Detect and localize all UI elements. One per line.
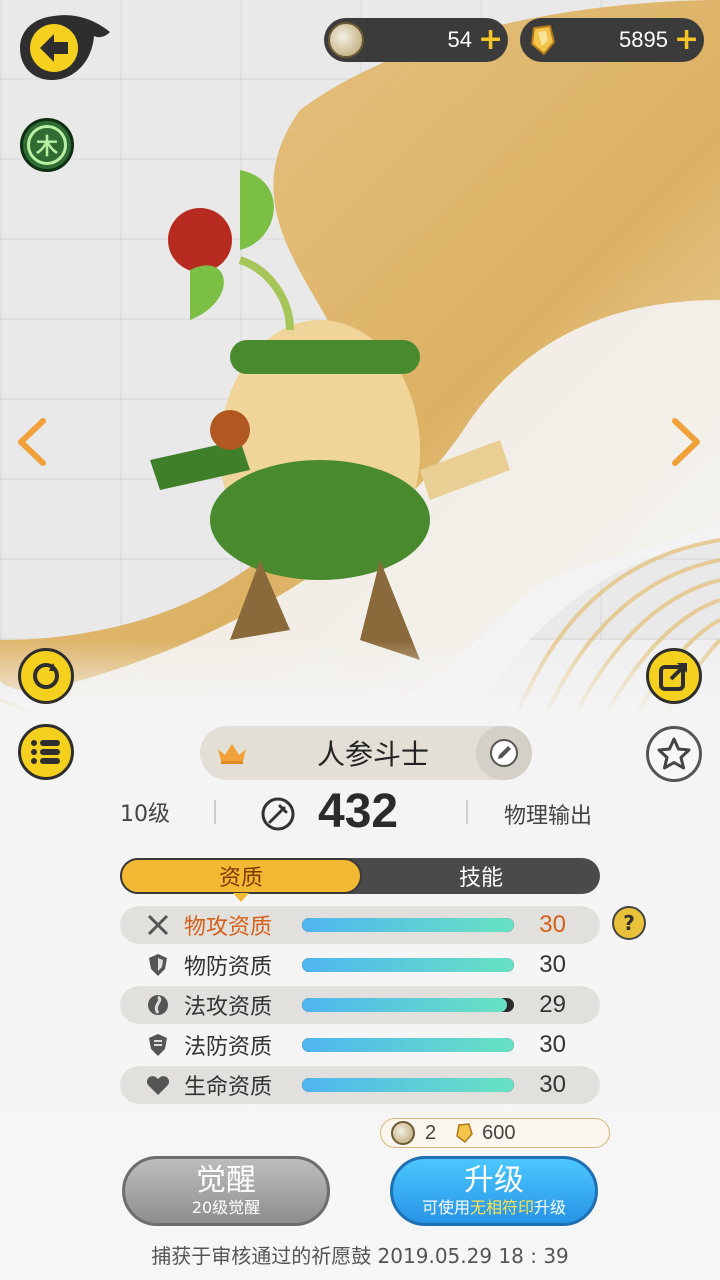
attribute-bar-fill <box>302 1078 514 1092</box>
upgrade-hint: 可使用无相符印升级 <box>421 1198 567 1217</box>
swords-icon <box>146 913 170 937</box>
pet-level: 10级 <box>120 802 170 827</box>
back-button[interactable] <box>18 12 114 84</box>
gem-cost: 600 <box>482 1121 516 1144</box>
chevron-right-icon <box>672 418 700 466</box>
attribute-label: 法防资质 <box>184 1035 273 1060</box>
upgrade-button[interactable]: 升级 可使用无相符印升级 <box>390 1156 598 1226</box>
awaken-label: 觉醒 <box>196 1163 256 1198</box>
attribute-bar <box>302 958 514 972</box>
details-list-button[interactable] <box>18 724 74 780</box>
gem-value: 5895 <box>619 27 668 52</box>
element-badge[interactable]: 木 <box>20 118 74 172</box>
upgrade-hint-item: 无相符印 <box>469 1198 534 1217</box>
coin-cost: 2 <box>425 1121 437 1144</box>
coin-value: 54 <box>447 27 472 52</box>
gem-icon <box>456 1123 473 1144</box>
divider <box>466 800 468 824</box>
rotate-view-button[interactable] <box>18 648 74 704</box>
next-pet-button[interactable] <box>666 412 706 472</box>
attribute-bar <box>302 1038 514 1052</box>
add-coins-button[interactable]: + <box>478 25 503 55</box>
tab-aptitude[interactable]: 资质 <box>120 858 362 902</box>
magic-shield-icon <box>146 1033 170 1057</box>
heart-icon <box>146 1073 170 1097</box>
gem-counter: 5895 + <box>520 18 704 62</box>
attribute-label: 生命资质 <box>184 1075 273 1100</box>
attribute-label: 物攻资质 <box>184 915 273 940</box>
upgrade-cost: 2 600 <box>380 1118 610 1148</box>
coin-icon <box>328 22 364 58</box>
attribute-row-health: 生命资质 30 <box>120 1066 600 1104</box>
pencil-icon <box>490 739 518 767</box>
awaken-button[interactable]: 觉醒 20级觉醒 <box>122 1156 330 1226</box>
share-button[interactable] <box>646 648 702 704</box>
chevron-left-icon <box>18 418 46 466</box>
crown-icon <box>212 741 252 765</box>
attribute-bar <box>302 1078 514 1092</box>
attribute-label: 物防资质 <box>184 955 273 980</box>
awaken-requirement: 20级觉醒 <box>191 1198 261 1217</box>
gem-icon <box>530 24 556 56</box>
attribute-value: 30 <box>539 911 566 938</box>
combat-power-icon <box>261 797 295 831</box>
upgrade-label: 升级 <box>464 1163 524 1198</box>
divider <box>214 800 216 824</box>
star-icon <box>657 737 691 770</box>
arrow-left-icon <box>30 24 78 72</box>
attribute-row-magic-defense: 法防资质 30 <box>120 1026 600 1064</box>
attribute-bar <box>302 998 514 1012</box>
attribute-bar <box>302 918 514 932</box>
rename-button[interactable] <box>476 726 532 780</box>
capture-info: 捕获于审核通过的祈愿鼓 2019.05.29 18 : 39 <box>151 1244 569 1268</box>
attribute-bar-fill <box>302 1038 514 1052</box>
shield-icon <box>146 953 170 977</box>
combat-power-value: 432 <box>318 785 399 838</box>
help-button[interactable]: ? <box>612 906 646 940</box>
favorite-button[interactable] <box>646 726 702 782</box>
tab-bar: 资质 技能 <box>120 858 600 902</box>
damage-type: 物理输出 <box>504 804 593 829</box>
list-icon <box>31 740 60 764</box>
attribute-bar-fill <box>302 958 514 972</box>
attribute-row-magic-attack: 法攻资质 29 <box>120 986 600 1024</box>
attribute-value: 30 <box>539 951 566 978</box>
wood-element-icon: 木 <box>27 125 67 165</box>
add-gems-button[interactable]: + <box>674 25 699 55</box>
attribute-bar-fill <box>302 998 507 1012</box>
coin-icon <box>391 1121 415 1145</box>
share-icon <box>659 663 687 691</box>
attribute-row-physical-attack: 物攻资质 30 <box>120 906 600 944</box>
attribute-bar-fill <box>302 918 514 932</box>
rotate-icon <box>33 663 59 689</box>
attribute-value: 30 <box>539 1071 566 1098</box>
coin-counter: 54 + <box>324 18 508 62</box>
attribute-value: 30 <box>539 1031 566 1058</box>
attribute-value: 29 <box>539 991 566 1018</box>
attribute-label: 法攻资质 <box>184 995 273 1020</box>
tab-skills[interactable]: 技能 <box>362 858 600 894</box>
attribute-row-physical-defense: 物防资质 30 <box>120 946 600 984</box>
magic-orb-icon <box>146 993 170 1017</box>
previous-pet-button[interactable] <box>12 412 52 472</box>
question-icon: ? <box>623 911 635 935</box>
